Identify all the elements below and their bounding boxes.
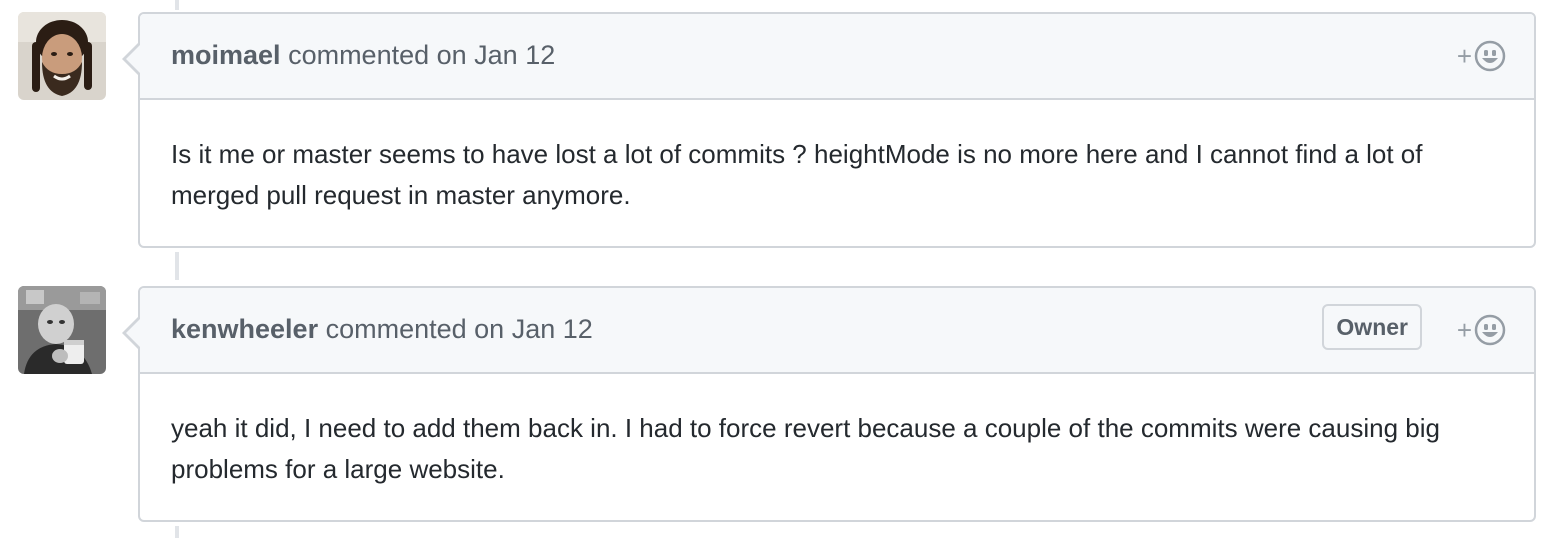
comment-header-text: kenwheeler commented on Jan 12 bbox=[171, 314, 593, 345]
author-link[interactable]: kenwheeler bbox=[171, 314, 318, 344]
plus-icon: + bbox=[1456, 315, 1472, 345]
author-link[interactable]: moimael bbox=[171, 40, 281, 70]
owner-badge: Owner bbox=[1322, 304, 1422, 350]
comment-header-text: moimael commented on Jan 12 bbox=[171, 40, 555, 71]
comment-pointer-fill bbox=[126, 44, 141, 74]
add-reaction-button[interactable]: + bbox=[1457, 312, 1506, 348]
comment-header: moimael commented on Jan 12 + bbox=[140, 14, 1534, 100]
comment-header: kenwheeler commented on Jan 12 Owner + bbox=[140, 288, 1534, 374]
comment-box: kenwheeler commented on Jan 12 Owner + y… bbox=[122, 286, 1536, 522]
comment: moimael commented on Jan 12 + Is it me o… bbox=[0, 12, 1552, 248]
comment-timestamp[interactable]: commented on Jan 12 bbox=[288, 40, 555, 70]
smiley-icon bbox=[1474, 314, 1506, 346]
timeline-line-middle bbox=[175, 252, 179, 280]
timeline-line-top bbox=[175, 0, 179, 10]
bearded-man-avatar-icon bbox=[18, 12, 106, 100]
add-reaction-button[interactable]: + bbox=[1457, 38, 1506, 74]
comment-body: yeah it did, I need to add them back in.… bbox=[171, 413, 1440, 484]
timeline-line-bottom bbox=[175, 526, 179, 538]
plus-icon: + bbox=[1456, 41, 1472, 71]
comment-pointer-fill bbox=[126, 318, 141, 348]
man-with-cup-avatar-icon bbox=[18, 286, 106, 374]
comment: kenwheeler commented on Jan 12 Owner + y… bbox=[0, 286, 1552, 522]
comment-box: moimael commented on Jan 12 + Is it me o… bbox=[122, 12, 1536, 248]
comment-body: Is it me or master seems to have lost a … bbox=[171, 139, 1423, 210]
avatar[interactable] bbox=[18, 12, 106, 100]
smiley-icon bbox=[1474, 40, 1506, 72]
comment-timestamp[interactable]: commented on Jan 12 bbox=[326, 314, 593, 344]
avatar[interactable] bbox=[18, 286, 106, 374]
